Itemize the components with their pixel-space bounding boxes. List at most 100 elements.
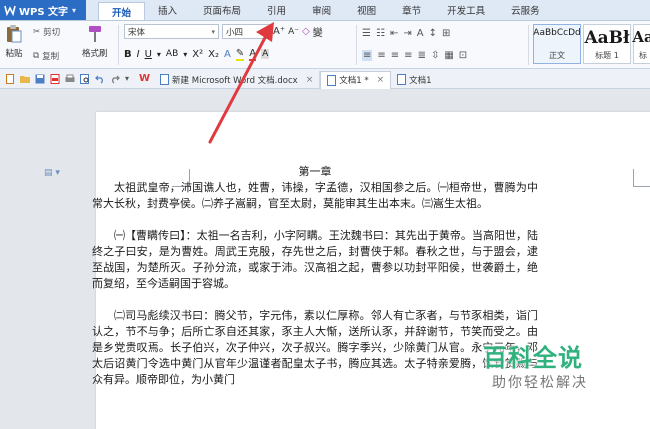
site-watermark: 百科全说 助你轻松解决 (480, 338, 650, 398)
brush-icon (88, 26, 101, 42)
align-center-icon[interactable]: ≡ (377, 50, 385, 61)
tab-cloud[interactable]: 云服务 (498, 0, 553, 20)
tab-view[interactable]: 视图 (344, 0, 389, 20)
bullets-icon[interactable]: ☰ (362, 28, 371, 39)
align-right-icon[interactable]: ≡ (391, 50, 399, 61)
new-document-icon[interactable] (5, 73, 15, 84)
close-icon[interactable]: × (377, 75, 385, 85)
wps-w-icon: W (139, 73, 151, 84)
paragraph-marker-icon[interactable]: ▤ ▾ (44, 168, 60, 178)
margin-corner-mark (633, 169, 650, 187)
scissors-icon: ✂ (33, 27, 41, 37)
distribute-icon[interactable]: ≣ (418, 50, 426, 61)
print-icon[interactable] (65, 74, 75, 84)
app-menu-button[interactable]: WPS 文字 ▾ (0, 0, 86, 20)
chevron-down-icon: ▾ (72, 5, 77, 15)
format-painter-group: 格式刷 (82, 24, 108, 59)
divider (118, 25, 119, 65)
paste-button[interactable]: 粘贴 (5, 24, 23, 59)
doc-tab-label: 文档1 * (339, 76, 369, 86)
border-icon[interactable]: ⊡ (459, 50, 467, 61)
wps-logo-icon (4, 4, 16, 16)
paragraph-row-1: ☰ ☷ ⇤ ⇥ A ↕ ⊞ (362, 24, 467, 42)
paragraph-group: ☰ ☷ ⇤ ⇥ A ↕ ⊞ ≡ ≡ ≡ ≡ ≣ ⇳ ▦ ⊡ (362, 24, 467, 64)
tab-home[interactable]: 开始 (98, 2, 146, 20)
tab-references[interactable]: 引用 (254, 0, 299, 20)
tab-review[interactable]: 审阅 (299, 0, 344, 20)
divider (356, 25, 357, 65)
sort-icon[interactable]: ↕ (429, 28, 437, 39)
bold-icon[interactable]: B (124, 49, 132, 60)
print-preview-icon[interactable] (80, 73, 90, 84)
chinese-layout-icon[interactable]: A (417, 28, 424, 39)
undo-icon[interactable] (95, 74, 105, 84)
word-doc-icon (160, 74, 170, 85)
font-name-value: 宋体 (128, 27, 146, 38)
cut-button[interactable]: ✂ 剪切 (33, 24, 60, 40)
underline-icon[interactable]: U (145, 49, 152, 60)
doc-tab-document1[interactable]: 文档1 (391, 71, 437, 89)
tab-section[interactable]: 章节 (389, 0, 434, 20)
line-spacing-icon[interactable]: ⇳ (431, 50, 439, 61)
cut-label: 剪切 (43, 28, 61, 38)
chevron-down-icon[interactable]: ▾ (125, 74, 129, 83)
style-normal[interactable]: AaBbCcDd 正文 (533, 24, 581, 64)
open-folder-icon[interactable] (20, 74, 30, 84)
outdent-icon[interactable]: ⇤ (390, 28, 398, 39)
paragraph: 太祖武皇帝，沛国谯人也，姓曹，讳操，字孟德，汉相国参之后。㈠桓帝世，曹腾为中常大… (92, 181, 538, 210)
style-heading-2[interactable]: Aa 标 (632, 24, 650, 64)
clipboard-small-group: ✂ 剪切 ⧉ 复制 (33, 24, 60, 64)
chevron-down-icon[interactable]: ▾ (157, 50, 161, 59)
ribbon-tabs: 开始 插入 页面布局 引用 审阅 视图 章节 开发工具 云服务 (98, 0, 553, 20)
watermark-title: 百科全说 (483, 344, 583, 372)
app-title: WPS 文字 (19, 6, 69, 18)
tab-developer[interactable]: 开发工具 (434, 0, 498, 20)
format-painter-label: 格式刷 (82, 49, 108, 59)
copy-button[interactable]: ⧉ 复制 (33, 48, 60, 64)
justify-icon[interactable]: ≡ (404, 50, 412, 61)
paste-label: 粘贴 (5, 49, 23, 59)
clear-format-icon[interactable]: ◇ (302, 26, 310, 37)
style-sample: AaBbCcDd (533, 28, 581, 38)
copy-icon: ⧉ (33, 51, 40, 61)
style-heading-1[interactable]: AaBł 标题 1 (583, 24, 631, 64)
close-icon[interactable]: × (306, 75, 314, 85)
format-painter-button[interactable]: 格式刷 (82, 24, 108, 59)
italic-icon[interactable]: I (137, 49, 140, 60)
menu-bar: WPS 文字 ▾ 开始 插入 页面布局 引用 审阅 视图 章节 开发工具 云服务 (0, 0, 650, 21)
tab-page-layout[interactable]: 页面布局 (190, 0, 254, 20)
doc-tab-label: 文档1 (409, 75, 432, 86)
quick-access-icons: ▾ (0, 73, 129, 84)
strikethrough-icon[interactable]: AB (166, 49, 178, 59)
style-sample: Aa (632, 28, 650, 46)
word-doc-icon (327, 74, 337, 86)
style-sample: AaBł (584, 28, 630, 48)
chapter-heading: 第一章 (298, 165, 332, 178)
phonetic-icon[interactable]: 變 (313, 24, 323, 39)
save-icon[interactable] (35, 74, 45, 84)
export-pdf-icon[interactable] (50, 73, 60, 84)
clipboard-group: 粘贴 (5, 24, 23, 59)
redo-icon[interactable] (110, 74, 120, 84)
paragraph: ㈡司马彪续汉书曰：腾父节，字元伟，素以仁厚称。邻人有亡豕者，与节豕相类，诣门认之… (92, 309, 538, 386)
chevron-down-icon[interactable]: ▾ (183, 50, 187, 59)
divider (528, 25, 529, 65)
doc-tab-document1-modified[interactable]: 文档1 * × (320, 70, 392, 89)
align-left-icon[interactable]: ≡ (362, 49, 373, 61)
quick-access-bar: ▾ W 新建 Microsoft Word 文档.docx × 文档1 * × … (0, 69, 650, 89)
shading-icon[interactable]: ▦ (444, 50, 453, 61)
indent-icon[interactable]: ⇥ (403, 28, 411, 39)
watermark-subtitle: 助你轻松解决 (492, 375, 588, 391)
table-icon[interactable]: ⊞ (442, 28, 450, 39)
copy-label: 复制 (42, 52, 60, 62)
ribbon: 粘贴 ✂剪切 ⧉复制 格式刷 宋体▾ 小四▾ A⁺ A⁻ ◇ 變 (0, 21, 650, 69)
paragraph: ㈠【曹瞒传曰】：太祖一名吉利，小字阿瞒。王沈魏书曰：其先出于黄帝。当高阳世，陆终… (92, 229, 538, 290)
style-name: 标题 1 (595, 51, 619, 60)
numbering-icon[interactable]: ☷ (376, 28, 385, 39)
annotation-arrow-icon (208, 22, 274, 144)
style-name: 正文 (549, 51, 565, 60)
document-body[interactable]: 第一章 太祖武皇帝，沛国谯人也，姓曹，讳操，字孟德，汉相国参之后。㈠桓帝世，曹腾… (92, 164, 538, 404)
tab-insert[interactable]: 插入 (145, 0, 190, 20)
paragraph-row-2: ≡ ≡ ≡ ≡ ≣ ⇳ ▦ ⊡ (362, 46, 467, 64)
paste-icon (7, 25, 22, 43)
